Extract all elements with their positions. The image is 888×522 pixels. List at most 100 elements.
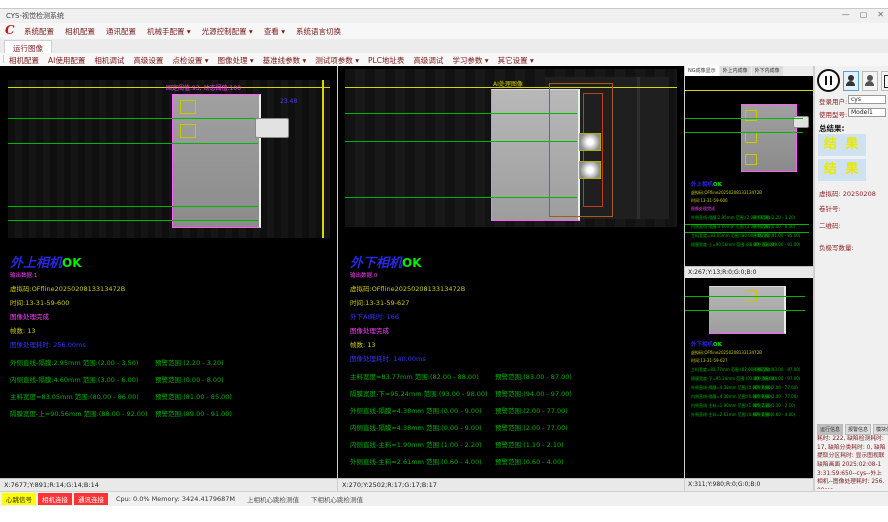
toolbar-item[interactable]: 其它设置 ▾ [498,55,534,66]
ai-time-line: 外下AI耗时: 166 [350,311,670,321]
overlay-green-line [8,118,258,119]
second-mini-viewport[interactable]: 外下相机OK 虚拟码:OFfline2025020813313472B 时间:1… [685,278,813,478]
warn-range-text: 预警范围:(1.10 - 2.10) [753,403,795,409]
warn-range-text: 预警范围:(81.00 - 85.00) [155,391,232,401]
menu-item[interactable]: 查看 ▾ [264,26,285,37]
coord-readout-mini2: X:311;Y:980;R:0;G:0;B:0 [685,478,813,491]
overlay-yellow-box [745,154,757,165]
person-icon [867,75,873,81]
measurement-row: 外侧直线-主料=2.61mm 范围:(0.60 - 4.00) 预警范围:(0.… [350,456,670,466]
toolbar-item[interactable]: 相机配置 [9,55,39,66]
exit-button[interactable]: ➜ [881,71,888,91]
frames-line: 帧数: 13 [10,325,330,335]
panel-camera-lower: AI处理图像 外下相机OK 输出数据:0 虚拟码:OFfline20250208… [338,66,684,478]
menu-item[interactable]: 系统配置 [24,26,54,37]
measure-text: 隔膜宽度-上=90.56mm 范围:(88.00 - 92.00) [691,242,753,248]
menu-item[interactable]: 机械手配置 ▾ [147,26,191,37]
info-tab[interactable]: 运行信息 [817,424,843,435]
panel-camera-upper: 固定阈值:93, 动态阈值:100 23.48 外上相机OK 输出数据:1 虚拟… [0,66,337,478]
warn-range-text: 预警范围:(81.00 - 85.00) [753,233,800,239]
ai-image-label: AI处理图像 [493,79,523,88]
window-title: CYS-视觉检测系统 [6,11,64,21]
overlay-green-line [685,132,803,133]
measure-text: 主料宽度=83.05mm 范围:(80.00 - 86.00) [691,233,753,239]
model-label: 使用型号: [819,109,847,119]
app-window: CYS-视觉检测系统 — ▢ ✕ C 系统配置相机配置通讯配置机械手配置 ▾光源… [0,8,888,506]
measurement-row: 外侧直线-隔膜=4.38mm 范围:(0.00 - 9.00) 预警范围:(2.… [691,385,800,391]
overlay-green-line [8,143,258,144]
warn-range-text: 预警范围:(2.00 - 77.00) [495,422,568,432]
toolbar-item[interactable]: 点检设置 ▾ [172,55,208,66]
toolbar-item[interactable]: PLC地址表 [368,55,404,66]
maximize-button[interactable]: ▢ [860,10,868,19]
result-ok: OK [713,182,722,188]
overlay-yellow-box [180,100,196,114]
statusbar: 心跳信号相机连接通讯连接 Cpu: 0.0% Memory: 3424.4179… [0,491,888,506]
overlay-green-line [8,206,258,207]
output-data: 输出数据:1 [10,271,330,279]
ng-image-viewport[interactable]: 外上相机OK 虚拟码:OFfline2025020813313472B 时间:1… [685,76,813,266]
warn-range-text: 预警范围:(94.00 - 97.00) [495,388,572,398]
menubar: C 系统配置相机配置通讯配置机械手配置 ▾光源控制配置 ▾查看 ▾系统语言切换 [0,23,888,40]
status-badge: 心跳信号 [2,493,36,505]
mini-info-block: 外上相机OK 虚拟码:OFfline2025020813313472B 时间:1… [691,180,800,251]
toolbar-item[interactable]: 图像处理 ▾ [218,55,254,66]
overlay-yellow-box [180,124,196,138]
menu-item[interactable]: 系统语言切换 [296,26,341,37]
menu-item[interactable]: 通讯配置 [106,26,136,37]
measure-text: 外侧直线-主料=2.61mm 范围:(0.60 - 4.00) [350,456,495,466]
user-login-button[interactable] [843,71,859,91]
bright-spot [579,133,601,151]
mini-view-tab[interactable]: 外上内成像 [720,66,751,76]
measurement-row: 隔膜宽度-下=95.24mm 范围:(93.00 - 98.00) 预警范围:(… [350,388,670,398]
barcode-line: 虚拟码:OFfline2025020813313472B [10,283,330,293]
measure-text: 内侧直线-隔膜=4.38mm 范围:(0.00 - 9.00) [350,422,495,432]
threshold-label: 固定阈值:93, 动态阈值:100 [166,83,241,92]
close-button[interactable]: ✕ [877,10,884,19]
menu-item[interactable]: 相机配置 [65,26,95,37]
total-result-label: 总结果: [819,123,845,134]
mini-view-tab[interactable]: NG成像显示 [685,66,719,76]
minimize-button[interactable]: — [842,10,850,19]
measurement-row: 内侧直线-隔膜:4.60mm 范围:(3.00 - 6.00) 预警范围:(0.… [10,374,330,384]
frames-line: 帧数: 13 [350,339,670,349]
info-tab[interactable]: 报警信息 [845,424,871,435]
person-icon [865,81,874,86]
overlay-green-line [345,113,577,114]
pin-number-label: 卷针号: [819,203,841,213]
measure-text: 内侧直线-隔膜=4.38mm 范围:(0.00 - 9.00) [691,394,753,400]
pause-button[interactable] [817,69,840,92]
camera-lower-viewport[interactable]: AI处理图像 [345,69,677,227]
toolbar-item[interactable]: AI使用配置 [48,55,85,66]
user-switch-button[interactable] [862,71,878,91]
sidebar: ➜ 登录用户: 使用型号: 总结果: 结 果 结 果 虚拟码: 20250208… [814,66,888,491]
mini-view-tab[interactable]: 外下内成像 [752,66,783,76]
camera-name: 外上相机 [691,182,713,188]
status-line: 图像处理完成 [10,311,330,321]
camera-upper-viewport[interactable]: 固定阈值:93, 动态阈值:100 23.48 [8,80,330,238]
toolbar-item[interactable]: 高级调试 [413,55,443,66]
negative-write-count-label: 负极写数量: [819,242,854,252]
toolbar-item[interactable]: 学习参数 ▾ [452,55,488,66]
toolbar-item[interactable]: 相机调试 [94,55,124,66]
measurement-row: 外侧直线-主料=2.61mm 范围:(0.60 - 4.00) 预警范围:(0.… [691,412,800,418]
measurement-row: 外侧直线-隔膜:2.95mm 范围:(2.00 - 3.50) 预警范围:(2.… [691,215,800,221]
part-region [172,94,261,228]
info-tab[interactable]: 模块信息 [873,424,888,435]
coord-readout-mid: X:270;Y:2502;R:17;G:17;B:17 [338,478,684,491]
model-input[interactable] [848,108,886,117]
toolbar: | 相机配置AI使用配置相机调试高级设置点检设置 ▾图像处理 ▾基准线参数 ▾测… [0,53,888,67]
coord-readout-left: X:7677;Y:891;R:14;G:14;B:14 [0,478,337,491]
machinery-bar [637,77,640,219]
camera-name: 外下相机 [691,342,713,348]
toolbar-item[interactable]: 高级设置 [133,55,163,66]
toolbar-item[interactable]: 测试项参数 ▾ [315,55,359,66]
status-badge: 通讯连接 [74,493,108,505]
result-ok: OK [402,256,422,270]
menu-item[interactable]: 光源控制配置 ▾ [202,26,253,37]
login-user-input[interactable] [848,95,886,104]
overlay-green-line [685,296,805,297]
login-user-label: 登录用户: [819,96,847,106]
toolbar-item[interactable]: 基准线参数 ▾ [263,55,307,66]
proc-time-line: 图像处理耗时: 140.00ms [350,353,670,363]
